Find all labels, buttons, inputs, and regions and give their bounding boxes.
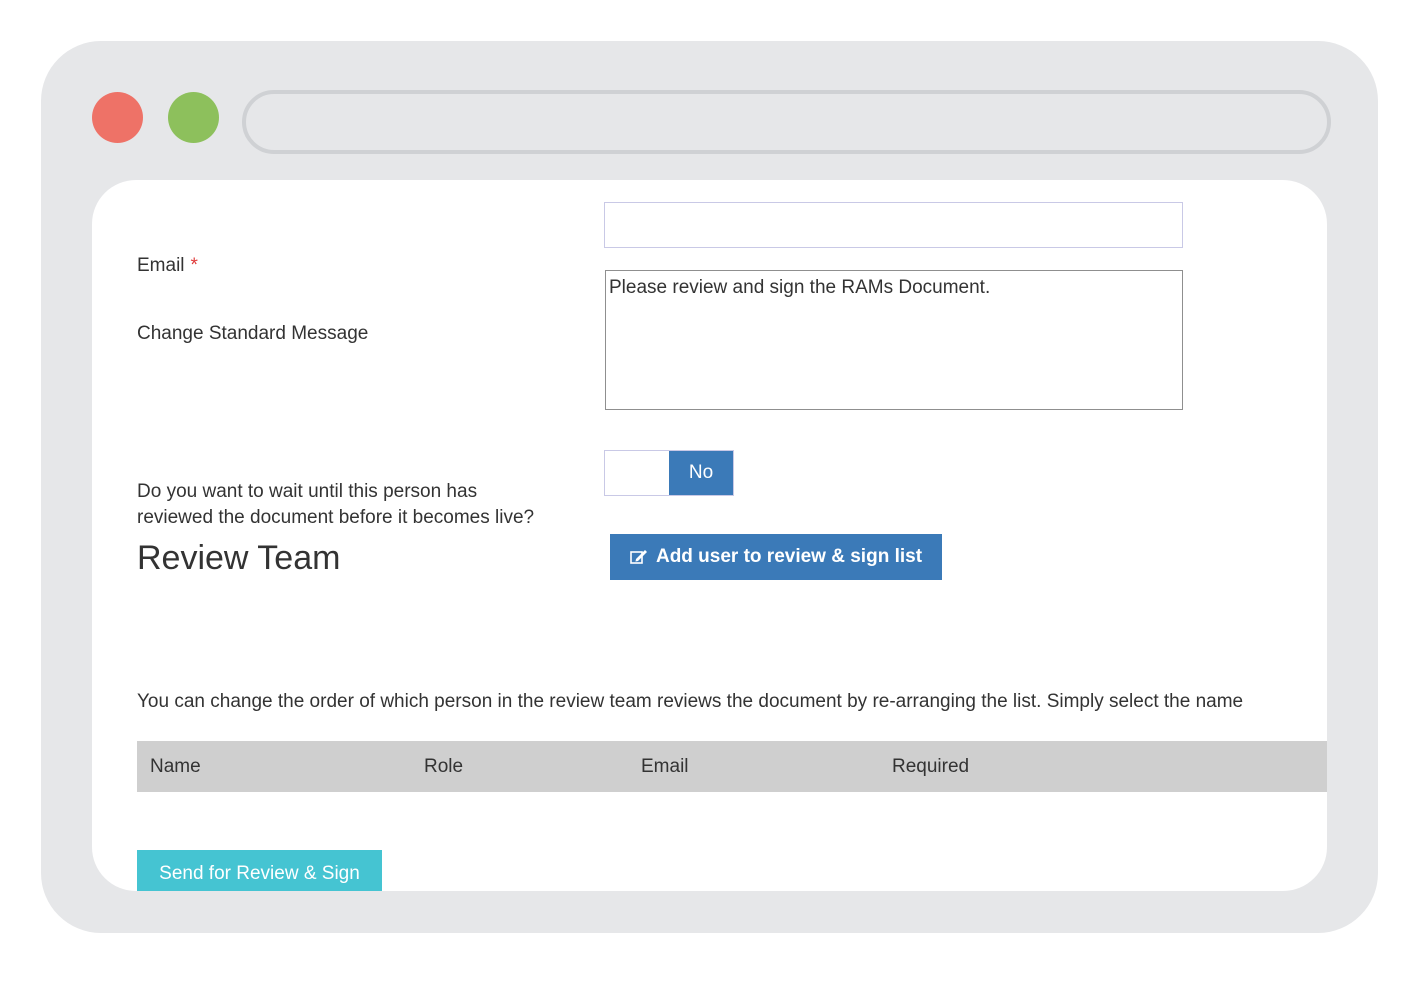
form-panel: Email * Change Standard Message Please re… — [92, 180, 1327, 891]
email-label: Email * — [137, 253, 198, 279]
message-textarea[interactable]: Please review and sign the RAMs Document… — [605, 270, 1183, 410]
review-team-title: Review Team — [137, 539, 341, 577]
send-for-review-button[interactable]: Send for Review & Sign — [137, 850, 382, 891]
message-label: Change Standard Message — [137, 323, 369, 344]
column-header-name[interactable]: Name — [150, 741, 201, 792]
edit-icon — [630, 549, 648, 565]
wait-label: Do you want to wait until this person ha… — [137, 479, 534, 531]
wait-label-line2: reviewed the document before it becomes … — [137, 507, 535, 528]
maximize-window-button[interactable] — [168, 92, 219, 143]
browser-window: Email * Change Standard Message Please re… — [41, 41, 1378, 933]
column-header-required[interactable]: Required — [892, 741, 969, 792]
address-bar[interactable] — [242, 90, 1331, 154]
email-label-text: Email — [137, 255, 185, 276]
review-team-table-header: Name Role Email Required — [137, 741, 1327, 792]
required-asterisk: * — [190, 255, 198, 276]
add-user-button-label: Add user to review & sign list — [655, 546, 923, 567]
add-user-button[interactable]: Add user to review & sign list — [610, 534, 942, 580]
email-field[interactable] — [604, 202, 1183, 248]
reorder-instructions: You can change the order of which person… — [137, 691, 1244, 712]
wait-toggle[interactable]: No — [604, 450, 734, 496]
close-window-button[interactable] — [92, 92, 143, 143]
toggle-state-label: No — [669, 451, 733, 495]
wait-label-line1: Do you want to wait until this person ha… — [137, 481, 478, 502]
column-header-role[interactable]: Role — [424, 741, 463, 792]
column-header-email[interactable]: Email — [641, 741, 689, 792]
